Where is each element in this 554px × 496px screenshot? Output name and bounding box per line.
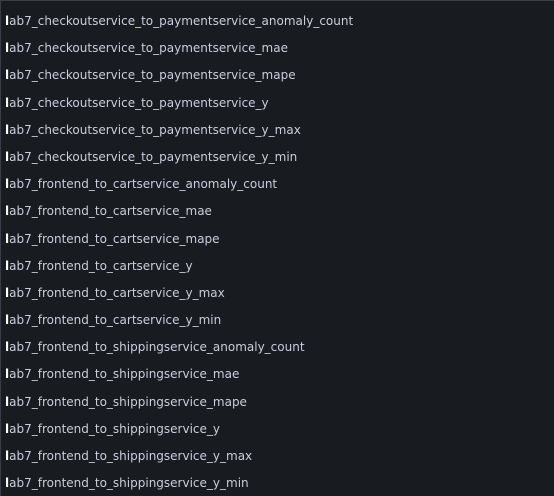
metric-option[interactable]: lab7_frontend_to_shippingservice_y [1, 416, 554, 443]
metric-option-label: ab7_checkoutservice_to_paymentservice_ma… [9, 68, 296, 83]
metric-option-label: ab7_frontend_to_cartservice_mape [9, 231, 220, 246]
metric-option[interactable]: lab7_checkoutservice_to_paymentservice_m… [1, 35, 554, 62]
metric-option-label: ab7_frontend_to_cartservice_anomaly_coun… [9, 177, 278, 192]
metric-option[interactable]: lab7_frontend_to_shippingservice_anomaly… [1, 334, 554, 361]
metric-option-label: ab7_frontend_to_cartservice_mae [9, 204, 212, 219]
metric-option[interactable]: lab7_frontend_to_cartservice_mape [1, 226, 554, 253]
metric-option-label: ab7_frontend_to_shippingservice_y_min [9, 476, 249, 491]
metric-option-label: ab7_frontend_to_shippingservice_y_max [9, 449, 253, 463]
metric-options-list: lab7_checkoutservice_to_paymentservice_a… [1, 8, 554, 496]
metric-option-label: ab7_frontend_to_shippingservice_anomaly_… [9, 340, 305, 355]
metric-option[interactable]: lab7_frontend_to_shippingservice_mape [1, 389, 554, 416]
metric-option[interactable]: lab7_frontend_to_shippingservice_y_max [1, 443, 554, 470]
metric-option-label: ab7_frontend_to_cartservice_y [9, 258, 193, 273]
metric-option[interactable]: lab7_checkoutservice_to_paymentservice_a… [1, 8, 554, 35]
metric-option-label: ab7_frontend_to_shippingservice_mape [9, 394, 247, 409]
metric-option-label: ab7_checkoutservice_to_paymentservice_ma… [9, 41, 288, 56]
metric-option[interactable]: lab7_frontend_to_cartservice_y_min [1, 307, 554, 334]
metric-option-label: ab7_frontend_to_cartservice_y_max [9, 285, 225, 300]
metric-option[interactable]: lab7_checkoutservice_to_paymentservice_y [1, 90, 554, 117]
metric-option-label: ab7_checkoutservice_to_paymentservice_y_… [9, 122, 301, 137]
metric-option[interactable]: lab7_frontend_to_cartservice_anomaly_cou… [1, 171, 554, 198]
metric-option-label: ab7_frontend_to_cartservice_y_min [9, 313, 222, 328]
metric-option-label: ab7_checkoutservice_to_paymentservice_y_… [9, 149, 298, 164]
metric-option[interactable]: lab7_frontend_to_cartservice_mae [1, 198, 554, 225]
metric-option-label: ab7_checkoutservice_to_paymentservice_y [9, 95, 269, 110]
metric-option[interactable]: lab7_frontend_to_cartservice_y [1, 253, 554, 280]
metric-suggestions-dropdown: lab7_checkoutservice_to_paymentservice_a… [0, 0, 554, 496]
metric-option[interactable]: lab7_checkoutservice_to_paymentservice_y… [1, 117, 554, 144]
metric-option[interactable]: lab7_frontend_to_cartservice_y_max [1, 280, 554, 307]
metric-option-label: ab7_frontend_to_shippingservice_mae [9, 367, 240, 382]
metric-option-label: ab7_checkoutservice_to_paymentservice_an… [9, 14, 354, 28]
metric-option[interactable]: lab7_checkoutservice_to_paymentservice_m… [1, 62, 554, 89]
metric-option[interactable]: lab7_frontend_to_shippingservice_y_min [1, 470, 554, 496]
metric-option-label: ab7_frontend_to_shippingservice_y [9, 421, 220, 436]
metric-option[interactable]: lab7_checkoutservice_to_paymentservice_y… [1, 144, 554, 171]
metric-option[interactable]: lab7_frontend_to_shippingservice_mae [1, 361, 554, 388]
